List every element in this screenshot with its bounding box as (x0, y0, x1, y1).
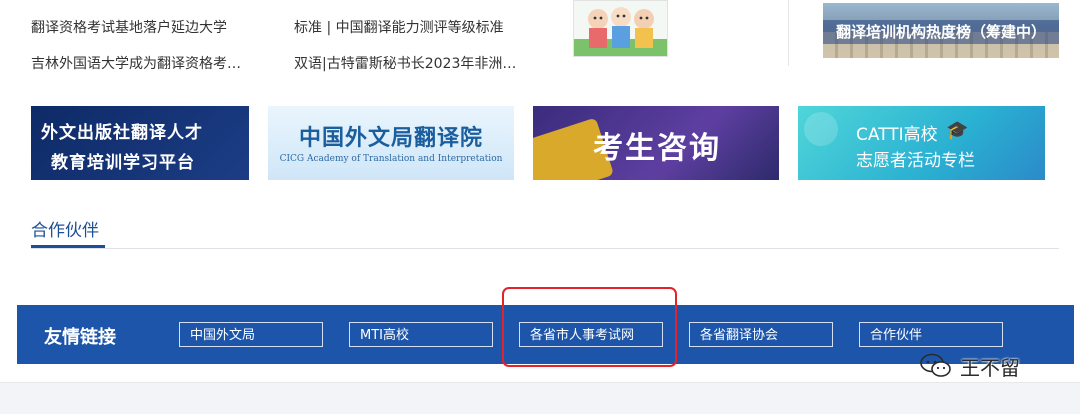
friend-link-partners[interactable]: 合作伙伴 (859, 322, 1003, 347)
banner-candidate-consultation[interactable]: 考生咨询 (533, 106, 779, 180)
banner-subtitle: CICG Academy of Translation and Interpre… (279, 154, 503, 164)
banner-foreign-languages-press[interactable]: 外文出版社翻译人才 教育培训学习平台 (31, 106, 249, 180)
friend-link-personnel-exam[interactable]: 各省市人事考试网 (519, 322, 663, 347)
banner-title: 考生咨询 (593, 131, 721, 166)
active-tab-underline (31, 245, 105, 248)
news-link[interactable]: 翻译资格考试基地落户延边大学 (31, 17, 227, 37)
news-link[interactable]: 标准 | 中国翻译能力测评等级标准 (294, 17, 504, 37)
watermark-name: 王不留 (960, 355, 1020, 380)
ranking-banner[interactable]: 翻译培训机构热度榜（筹建中） (823, 3, 1059, 58)
banner-catti-volunteer[interactable]: CATTI高校 🎓 志愿者活动专栏 (798, 106, 1045, 180)
banner-cicg-academy[interactable]: 中国外文局翻译院 CICG Academy of Translation and… (268, 106, 514, 180)
decorative-circle (804, 112, 838, 146)
column-divider (788, 0, 789, 66)
banner-line-2: 教育培训学习平台 (51, 153, 195, 173)
section-divider (31, 248, 1059, 249)
friend-link-translator-associations[interactable]: 各省翻译协会 (689, 322, 833, 347)
graduation-cap-icon: 🎓 (946, 120, 969, 141)
banner-line-1: 外文出版社翻译人才 (41, 123, 203, 143)
banner-line-2: 志愿者活动专栏 (856, 151, 975, 171)
banner-title: 中国外文局翻译院 (298, 126, 483, 151)
cartoon-kids-image (574, 7, 667, 56)
footer-strip (0, 382, 1080, 414)
wechat-icon (920, 353, 951, 377)
friend-links-title: 友情链接 (44, 327, 116, 348)
friend-link-cipg[interactable]: 中国外文局 (179, 322, 323, 347)
friend-link-mti[interactable]: MTI高校 (349, 322, 493, 347)
watermark: 王不留 (920, 352, 1020, 380)
news-link[interactable]: 吉林外国语大学成为翻译资格考… (31, 53, 241, 73)
cartoon-thumbnail[interactable] (573, 0, 668, 57)
partners-heading[interactable]: 合作伙伴 (31, 216, 99, 241)
ranking-banner-label: 翻译培训机构热度榜（筹建中） (823, 20, 1059, 44)
news-link[interactable]: 双语|古特雷斯秘书长2023年非洲… (294, 53, 516, 73)
banner-line-1: CATTI高校 (856, 125, 938, 145)
